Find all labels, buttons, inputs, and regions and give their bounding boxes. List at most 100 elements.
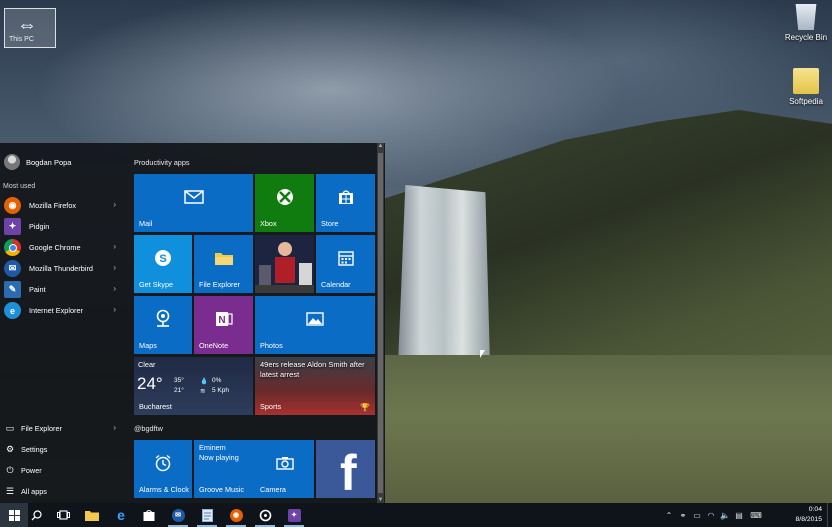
- power-label: Power: [21, 466, 42, 475]
- tile-label: OneNote: [199, 341, 229, 350]
- tile-label: Sports: [260, 402, 282, 411]
- notifications-icon[interactable]: ▤: [732, 511, 746, 520]
- tile-sports[interactable]: 49ers release Aldon Smith after latest a…: [255, 357, 375, 415]
- taskbar-store[interactable]: [135, 503, 163, 527]
- thunderbird-icon: ✉: [171, 508, 185, 522]
- app-label: Internet Explorer: [29, 306, 83, 315]
- list-item-internet-explorer[interactable]: e Internet Explorer ›: [0, 300, 125, 321]
- recycle-bin-icon: [795, 4, 817, 30]
- this-pc-shortcut[interactable]: ⇔ This PC: [4, 8, 56, 48]
- svg-text:S: S: [159, 253, 166, 265]
- show-desktop-button[interactable]: [827, 503, 832, 527]
- list-item-paint[interactable]: ✎ Paint ›: [0, 279, 125, 300]
- recycle-bin-shortcut[interactable]: Recycle Bin: [771, 4, 832, 42]
- wifi-icon[interactable]: ◠: [704, 511, 718, 520]
- tile-facebook[interactable]: f: [316, 440, 375, 498]
- tile-label: Photos: [260, 341, 283, 350]
- chevron-right-icon[interactable]: ›: [113, 305, 116, 314]
- tile-store[interactable]: Store: [316, 174, 375, 232]
- volume-icon[interactable]: 🔈: [718, 511, 732, 520]
- document-icon: [201, 508, 213, 522]
- skype-icon: S: [153, 248, 173, 270]
- xbox-icon: [276, 188, 294, 208]
- power-item[interactable]: ⏻ Power: [0, 460, 125, 481]
- search-button[interactable]: [22, 503, 50, 527]
- keyboard-icon[interactable]: ⌨: [746, 511, 766, 520]
- start-scrollbar[interactable]: ▲ ▼: [377, 143, 384, 503]
- taskbar-media-app[interactable]: [251, 503, 279, 527]
- folder-icon: [214, 250, 234, 268]
- all-apps-item[interactable]: ☰ All apps: [0, 481, 125, 502]
- edge-icon: e: [117, 507, 125, 523]
- chevron-right-icon[interactable]: ›: [113, 242, 116, 251]
- svg-text:N: N: [218, 315, 225, 326]
- groove-artist: Eminem: [199, 443, 226, 452]
- tile-alarms[interactable]: Alarms & Clock: [134, 440, 192, 498]
- photos-icon: [306, 312, 324, 328]
- chevron-right-icon[interactable]: ›: [113, 263, 116, 272]
- tile-maps[interactable]: Maps: [134, 296, 192, 354]
- tile-calendar[interactable]: Calendar: [316, 235, 375, 293]
- weather-condition: Clear: [138, 360, 156, 369]
- taskbar-notepad[interactable]: [193, 503, 221, 527]
- taskbar-thunderbird[interactable]: ✉: [164, 503, 192, 527]
- tile-xbox[interactable]: Xbox: [255, 174, 314, 232]
- power-icon: ⏻: [6, 465, 14, 475]
- settings-item[interactable]: ⚙ Settings: [0, 439, 125, 460]
- firefox-icon: ◉: [229, 508, 243, 522]
- chevron-up-icon[interactable]: ⌃: [662, 511, 676, 520]
- file-explorer-label: File Explorer: [21, 424, 62, 433]
- tile-label: Get Skype: [139, 280, 174, 289]
- clock-date: 8/8/2015: [795, 516, 822, 523]
- chevron-right-icon[interactable]: ›: [113, 423, 116, 432]
- app-label: Pidgin: [29, 222, 50, 231]
- firefox-icon: ◉: [4, 197, 21, 214]
- user-account[interactable]: Bogdan Popa: [4, 153, 71, 171]
- tile-photo-live[interactable]: [255, 235, 314, 293]
- chrome-icon: [4, 239, 21, 256]
- clock-time: 0:04: [808, 506, 822, 513]
- tile-label: Store: [321, 219, 339, 228]
- mail-icon: [183, 190, 204, 206]
- chevron-right-icon[interactable]: ›: [113, 200, 116, 209]
- tile-label: Groove Music: [199, 485, 245, 494]
- taskbar-clock[interactable]: 0:04 8/8/2015: [796, 505, 822, 525]
- list-item-firefox[interactable]: ◉ Mozilla Firefox ›: [0, 195, 125, 216]
- trophy-icon: 🏆: [360, 403, 370, 412]
- calendar-icon: [337, 250, 354, 268]
- taskbar-edge[interactable]: e: [107, 503, 135, 527]
- photo-thumbnail: [255, 235, 314, 293]
- facebook-icon: f: [340, 445, 357, 498]
- list-icon: ☰: [5, 486, 15, 496]
- tile-onenote[interactable]: N OneNote: [194, 296, 253, 354]
- taskbar-firefox[interactable]: ◉: [222, 503, 250, 527]
- user-name: Bogdan Popa: [26, 157, 72, 167]
- tile-photos[interactable]: Photos: [255, 296, 375, 354]
- file-explorer-item[interactable]: ▭ File Explorer ›: [0, 418, 125, 439]
- tile-file-explorer[interactable]: File Explorer: [194, 235, 253, 293]
- start-system-list: ▭ File Explorer › ⚙ Settings ⏻ Power ☰ A…: [0, 418, 125, 502]
- softpedia-shortcut[interactable]: Softpedia: [771, 68, 832, 106]
- refresh-circle-icon: [259, 509, 271, 521]
- list-item-thunderbird[interactable]: ✉ Mozilla Thunderbird ›: [0, 258, 125, 279]
- app-label: Mozilla Thunderbird: [29, 264, 93, 273]
- list-item-chrome[interactable]: Google Chrome ›: [0, 237, 125, 258]
- taskbar-file-explorer[interactable]: [78, 503, 106, 527]
- weather-city: Bucharest: [139, 402, 172, 411]
- sports-headline: 49ers release Aldon Smith after latest a…: [260, 360, 365, 379]
- tile-weather[interactable]: Clear 24° 35° 21° 💧 0% ≋ 5 Kph Bucharest: [134, 357, 253, 415]
- taskbar-pidgin[interactable]: ✦: [280, 503, 308, 527]
- list-item-pidgin[interactable]: ✦ Pidgin: [0, 216, 125, 237]
- task-view-icon: [56, 510, 70, 520]
- tile-mail[interactable]: Mail: [134, 174, 253, 232]
- chevron-right-icon[interactable]: ›: [113, 284, 116, 293]
- scroll-up-icon[interactable]: ▲: [377, 143, 384, 149]
- most-used-heading: Most used: [3, 183, 36, 190]
- battery-icon[interactable]: ▭: [690, 511, 704, 520]
- tile-camera[interactable]: Camera: [255, 440, 314, 498]
- tile-skype[interactable]: S Get Skype: [134, 235, 192, 293]
- weather-high: 35°: [174, 377, 184, 384]
- link-icon[interactable]: ⚭: [676, 511, 690, 520]
- scrollbar-thumb[interactable]: [378, 153, 383, 493]
- task-view-button[interactable]: [49, 503, 77, 527]
